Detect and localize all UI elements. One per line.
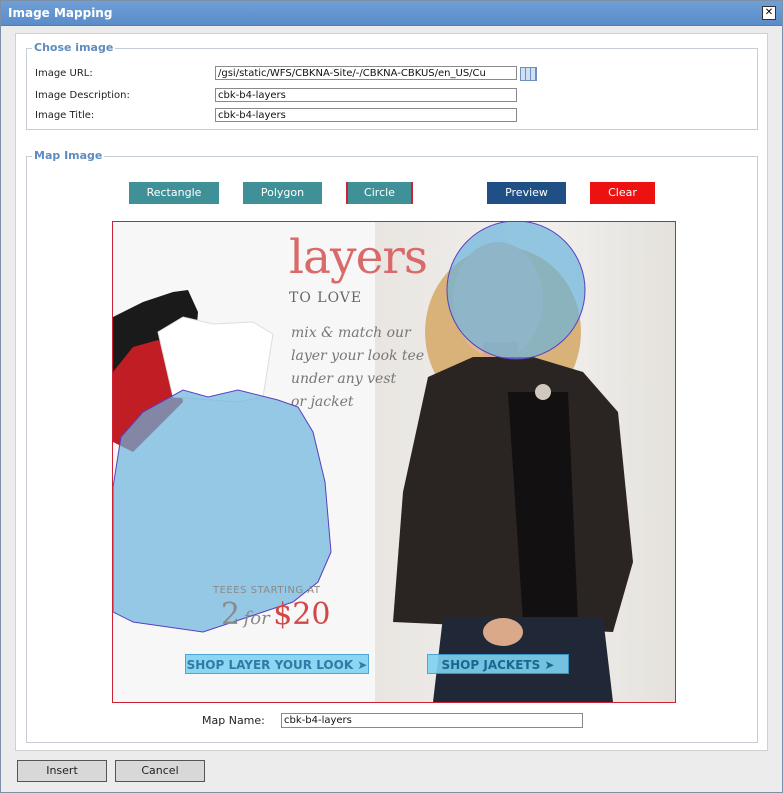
cancel-button[interactable]: Cancel xyxy=(115,760,205,782)
price-amount: $20 xyxy=(273,597,331,632)
preview-button[interactable]: Preview xyxy=(487,182,566,204)
rectangle-tool-button[interactable]: Rectangle xyxy=(129,182,219,204)
shop-jackets-button[interactable]: SHOP JACKETS ➤ xyxy=(427,654,569,674)
polygon-map-area[interactable] xyxy=(113,222,675,702)
dialog-content: Chose image Image URL: /gsi/static/WFS/C… xyxy=(15,33,768,751)
image-title-input[interactable]: cbk-b4-layers xyxy=(215,108,517,122)
circle-tool-button[interactable]: Circle xyxy=(346,182,413,204)
image-description-label: Image Description: xyxy=(35,90,130,101)
image-url-label: Image URL: xyxy=(35,68,93,79)
insert-button[interactable]: Insert xyxy=(17,760,107,782)
map-image-legend: Map Image xyxy=(32,149,105,162)
chose-image-legend: Chose image xyxy=(32,41,116,54)
image-map-canvas[interactable]: layers TO LOVE mix & match our layer you… xyxy=(112,221,676,703)
price-two: 2 xyxy=(221,597,241,632)
image-description-input[interactable]: cbk-b4-layers xyxy=(215,88,517,102)
image-mapping-dialog: Image Mapping ✕ Chose image Image URL: /… xyxy=(0,0,783,793)
dialog-title: Image Mapping xyxy=(8,6,113,20)
map-name-input[interactable]: cbk-b4-layers xyxy=(281,713,583,728)
map-name-label: Map Name: xyxy=(202,714,265,727)
browse-icon[interactable] xyxy=(520,67,537,81)
polygon-tool-button[interactable]: Polygon xyxy=(243,182,322,204)
shop-layer-your-look-button[interactable]: SHOP LAYER YOUR LOOK ➤ xyxy=(185,654,369,674)
price-text: 2 for $20 xyxy=(221,597,330,632)
price-starting-text: TEEES STARTING AT xyxy=(213,585,321,596)
price-for: for xyxy=(243,608,270,629)
image-url-input[interactable]: /gsi/static/WFS/CBKNA-Site/-/CBKNA-CBKUS… xyxy=(215,66,517,80)
close-icon[interactable]: ✕ xyxy=(762,6,776,20)
clear-button[interactable]: Clear xyxy=(590,182,655,204)
chose-image-section: Chose image Image URL: /gsi/static/WFS/C… xyxy=(26,41,758,130)
image-title-label: Image Title: xyxy=(35,110,95,121)
dialog-titlebar[interactable]: Image Mapping ✕ xyxy=(1,1,782,26)
